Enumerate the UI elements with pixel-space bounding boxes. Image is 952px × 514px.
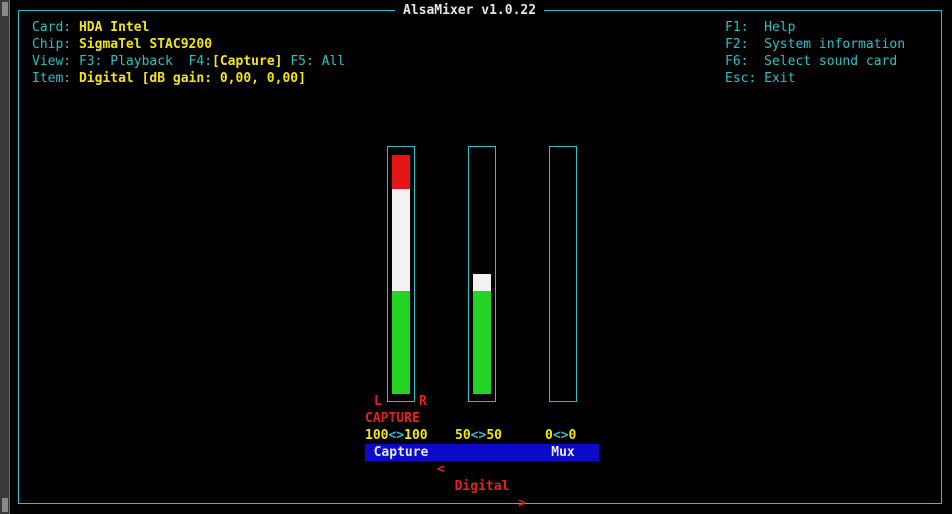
digital-control-name-row[interactable]: < Digital > [437,444,527,511]
selection-right-marker: > [518,496,526,511]
view-all-option[interactable]: F5: All [290,54,345,69]
help-f2[interactable]: F2: System information [725,36,905,53]
digital-level-bar[interactable] [468,146,496,402]
capture-channel-right: R [419,394,427,409]
view-row: View: F3: Playback F4:[Capture] F5: All [32,53,345,70]
card-row: Card: HDA Intel [32,19,149,36]
digital-control-name[interactable]: Digital [446,478,518,495]
chip-value: SigmaTel STAC9200 [78,37,213,52]
capture-control-name[interactable]: Capture [365,444,437,461]
digital-value-right: 50 [486,428,502,443]
help-f6[interactable]: F6: Select sound card [725,53,897,70]
mux-value-separator: <> [552,428,569,443]
mux-level-bar[interactable] [549,146,577,402]
help-esc-text: Exit [764,71,796,86]
help-f6-text: Select sound card [764,54,898,69]
mux-values: 0<>0 [545,427,576,444]
help-f1[interactable]: F1: Help [725,19,795,36]
help-f2-key: F2: [725,37,749,52]
capture-values: 100<>100 [365,427,428,444]
mux-value-right: 0 [568,428,577,443]
scroll-down-arrow-icon[interactable] [2,498,8,512]
mux-value-left: 0 [545,428,553,443]
view-playback-option[interactable]: F3: Playback [79,54,173,69]
chip-row: Chip: SigmaTel STAC9200 [32,36,212,53]
selection-left-marker: < [437,462,445,477]
digital-value-left: 50 [455,428,471,443]
digital-level-mid-segment [473,274,491,291]
item-label: Item: [32,71,72,86]
help-esc[interactable]: Esc: Exit [725,70,795,87]
scroll-up-arrow-icon[interactable] [2,2,8,16]
capture-level-bar[interactable] [387,146,415,402]
help-f2-text: System information [764,37,906,52]
capture-channel-left: L [374,394,382,409]
capture-value-right: 100 [404,428,428,443]
capture-level-high-segment [392,155,410,189]
app-title: AlsaMixer v1.0.22 [395,2,545,19]
help-esc-key: Esc: [725,71,757,86]
help-f1-key: F1: [725,20,749,35]
item-value: Digital [dB gain: 0,00, 0,00] [78,71,306,86]
help-f1-text: Help [764,20,796,35]
help-f6-key: F6: [725,54,749,69]
digital-level-low-segment [473,291,491,394]
view-f4-key: F4: [188,54,213,69]
card-value: HDA Intel [78,20,150,35]
card-label: Card: [32,20,72,35]
item-row: Item: Digital [dB gain: 0,00, 0,00] [32,70,306,87]
mux-control-name[interactable]: Mux [527,444,599,461]
chip-label: Chip: [32,37,72,52]
capture-level-low-segment [392,291,410,394]
digital-value-separator: <> [470,428,487,443]
capture-level-mid-segment [392,189,410,291]
window-left-edge [0,0,10,514]
view-capture-option-active[interactable]: [Capture] [212,54,282,69]
capture-switch-label[interactable]: CAPTURE [365,410,420,427]
capture-value-separator: <> [388,428,405,443]
view-label: View: [32,54,72,69]
digital-values: 50<>50 [455,427,502,444]
capture-value-left: 100 [365,428,389,443]
